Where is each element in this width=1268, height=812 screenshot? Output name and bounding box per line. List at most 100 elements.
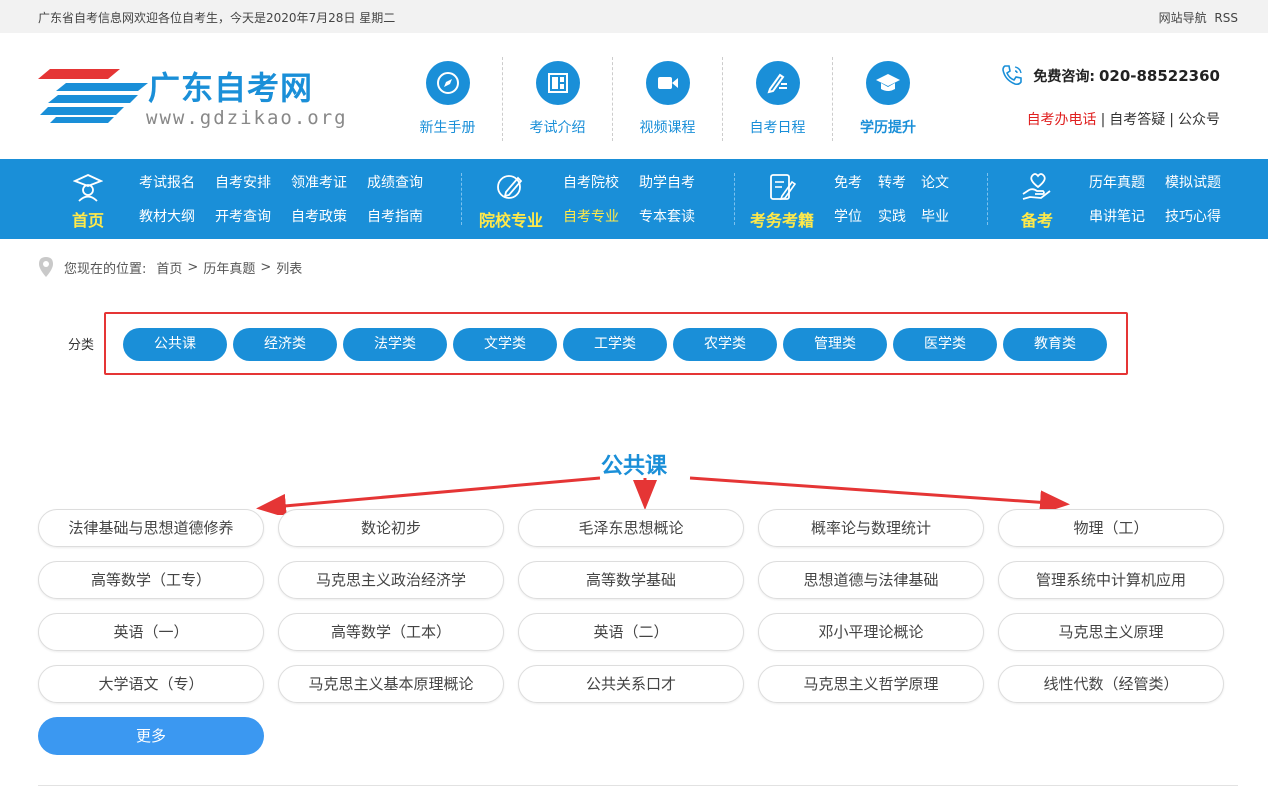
category-medicine[interactable]: 医学类 — [893, 328, 997, 361]
logo-title: 广东自考网 — [148, 69, 314, 107]
breadcrumb-current: 列表 — [276, 261, 303, 277]
course-item[interactable]: 高等数学（工专） — [38, 561, 264, 599]
nav-schools-links: 自考院校 助学自考 自考专业 专本套读 — [563, 173, 715, 227]
nav-link[interactable]: 技巧心得 — [1165, 207, 1241, 227]
nav-link[interactable]: 自考政策 — [291, 207, 367, 227]
rss-link[interactable]: RSS — [1214, 11, 1238, 25]
pen-person-icon — [471, 171, 551, 203]
category-engineering[interactable]: 工学类 — [563, 328, 667, 361]
nav-home-links: 考试报名 自考安排 领准考证 成绩查询 教材大纲 开考查询 自考政策 自考指南 — [139, 173, 443, 227]
pencil-list-icon — [755, 61, 800, 105]
nav-affairs-title: 考务考籍 — [749, 211, 814, 230]
quicknav-exam-intro[interactable]: 考试介绍 — [503, 57, 613, 141]
course-item[interactable]: 马克思主义哲学原理 — [758, 665, 984, 703]
nav-divider — [734, 173, 735, 225]
nav-divider — [461, 173, 462, 225]
course-item[interactable]: 数论初步 — [278, 509, 504, 547]
breadcrumb-past-papers[interactable]: 历年真题 — [203, 258, 255, 277]
nav-group-prep: 备考 历年真题 模拟试题 串讲笔记 技巧心得 — [997, 159, 1247, 239]
nav-link[interactable]: 教材大纲 — [139, 207, 215, 227]
breadcrumb-home[interactable]: 首页 — [156, 258, 182, 277]
more-button[interactable]: 更多 — [38, 717, 264, 755]
course-item[interactable]: 法律基础与思想道德修养 — [38, 509, 264, 547]
course-item[interactable]: 毛泽东思想概论 — [518, 509, 744, 547]
quicknav-schedule[interactable]: 自考日程 — [723, 57, 833, 141]
category-literature[interactable]: 文学类 — [453, 328, 557, 361]
arrow-left — [256, 476, 601, 515]
course-item[interactable]: 思想道德与法律基础 — [758, 561, 984, 599]
nav-link[interactable]: 模拟试题 — [1165, 173, 1241, 193]
course-item[interactable]: 管理系统中计算机应用 — [998, 561, 1224, 599]
quicknav-label: 视频课程 — [639, 120, 696, 136]
nav-affairs-links: 免考 转考 论文 学位 实践 毕业 — [834, 173, 965, 227]
course-item[interactable]: 马克思主义基本原理概论 — [278, 665, 504, 703]
nav-home-title: 首页 — [71, 211, 104, 230]
category-law[interactable]: 法学类 — [343, 328, 447, 361]
course-item[interactable]: 物理（工） — [998, 509, 1224, 547]
nav-schools[interactable]: 院校专业 — [471, 171, 551, 231]
nav-group-home: 首页 考试报名 自考安排 领准考证 成绩查询 教材大纲 开考查询 自考政策 自考… — [48, 159, 448, 239]
nav-affairs[interactable]: 考务考籍 — [742, 171, 822, 231]
nav-link[interactable]: 开考查询 — [215, 207, 291, 227]
main-nav: 首页 考试报名 自考安排 领准考证 成绩查询 教材大纲 开考查询 自考政策 自考… — [0, 159, 1268, 239]
wechat-link[interactable]: 公众号 — [1178, 112, 1220, 128]
quicknav-degree-upgrade[interactable]: 学历提升 — [833, 57, 943, 141]
nav-link[interactable]: 领准考证 — [291, 173, 367, 193]
category-education[interactable]: 教育类 — [1003, 328, 1107, 361]
sitemap-link[interactable]: 网站导航 — [1159, 11, 1207, 25]
nav-link[interactable]: 免考 — [834, 173, 878, 193]
quicknav-label: 自考日程 — [749, 120, 806, 136]
course-item[interactable]: 高等数学基础 — [518, 561, 744, 599]
arrow-right — [689, 476, 1070, 515]
nav-link[interactable]: 毕业 — [921, 207, 965, 227]
nav-group-affairs: 考务考籍 免考 转考 论文 学位 实践 毕业 — [742, 159, 982, 239]
nav-home[interactable]: 首页 — [48, 171, 128, 231]
nav-link[interactable]: 专本套读 — [639, 207, 715, 227]
quicknav-video-course[interactable]: 视频课程 — [613, 57, 723, 141]
category-public[interactable]: 公共课 — [123, 328, 227, 361]
logo-domain: www.gdzikao.org — [146, 107, 348, 129]
nav-link[interactable]: 历年真题 — [1089, 173, 1165, 193]
site-header: 广东自考网 www.gdzikao.org 新生手册 考试介绍 视频课程 自考日… — [0, 33, 1268, 159]
nav-link[interactable]: 成绩查询 — [367, 173, 443, 193]
nav-link[interactable]: 串讲笔记 — [1089, 207, 1165, 227]
nav-link[interactable]: 自考安排 — [215, 173, 291, 193]
nav-prep-links: 历年真题 模拟试题 串讲笔记 技巧心得 — [1089, 173, 1241, 227]
nav-link[interactable]: 学位 — [834, 207, 878, 227]
phone-row: 免费咨询: 020-88522360 — [980, 63, 1220, 89]
course-item[interactable]: 大学语文（专） — [38, 665, 264, 703]
nav-link-active[interactable]: 自考专业 — [563, 207, 639, 227]
category-highlight-box: 公共课 经济类 法学类 文学类 工学类 农学类 管理类 医学类 教育类 — [104, 312, 1128, 375]
course-item[interactable]: 概率论与数理统计 — [758, 509, 984, 547]
location-pin-icon — [39, 257, 53, 277]
course-item[interactable]: 英语（二） — [518, 613, 744, 651]
top-bar: 广东省自考信息网欢迎各位自考生，今天是2020年7月28日 星期二 网站导航 R… — [0, 0, 1268, 33]
nav-link[interactable]: 转考 — [878, 173, 921, 193]
breadcrumb: 您现在的位置: 首页 > 历年真题 > 列表 — [38, 256, 302, 278]
site-logo[interactable]: 广东自考网 www.gdzikao.org — [38, 63, 346, 133]
nav-link[interactable]: 助学自考 — [639, 173, 715, 193]
bottom-divider — [38, 785, 1238, 786]
quicknav-new-student[interactable]: 新生手册 — [393, 57, 503, 141]
category-management[interactable]: 管理类 — [783, 328, 887, 361]
qa-link[interactable]: 自考答疑 — [1109, 112, 1165, 128]
course-item[interactable]: 英语（一） — [38, 613, 264, 651]
course-grid: 法律基础与思想道德修养 数论初步 毛泽东思想概论 概率论与数理统计 物理（工） … — [38, 509, 1224, 703]
category-economics[interactable]: 经济类 — [233, 328, 337, 361]
course-item[interactable]: 公共关系口才 — [518, 665, 744, 703]
course-item[interactable]: 马克思主义原理 — [998, 613, 1224, 651]
course-item[interactable]: 马克思主义政治经济学 — [278, 561, 504, 599]
nav-schools-title: 院校专业 — [478, 211, 543, 230]
nav-link[interactable]: 考试报名 — [139, 173, 215, 193]
office-phone-link[interactable]: 自考办电话 — [1027, 112, 1097, 128]
nav-link[interactable]: 实践 — [878, 207, 921, 227]
course-item[interactable]: 邓小平理论概论 — [758, 613, 984, 651]
quicknav-label: 新生手册 — [419, 120, 476, 136]
nav-link[interactable]: 自考指南 — [367, 207, 443, 227]
nav-prep[interactable]: 备考 — [997, 171, 1077, 231]
nav-link[interactable]: 自考院校 — [563, 173, 639, 193]
nav-link[interactable]: 论文 — [921, 173, 965, 193]
course-item[interactable]: 线性代数（经管类） — [998, 665, 1224, 703]
course-item[interactable]: 高等数学（工本） — [278, 613, 504, 651]
category-agriculture[interactable]: 农学类 — [673, 328, 777, 361]
